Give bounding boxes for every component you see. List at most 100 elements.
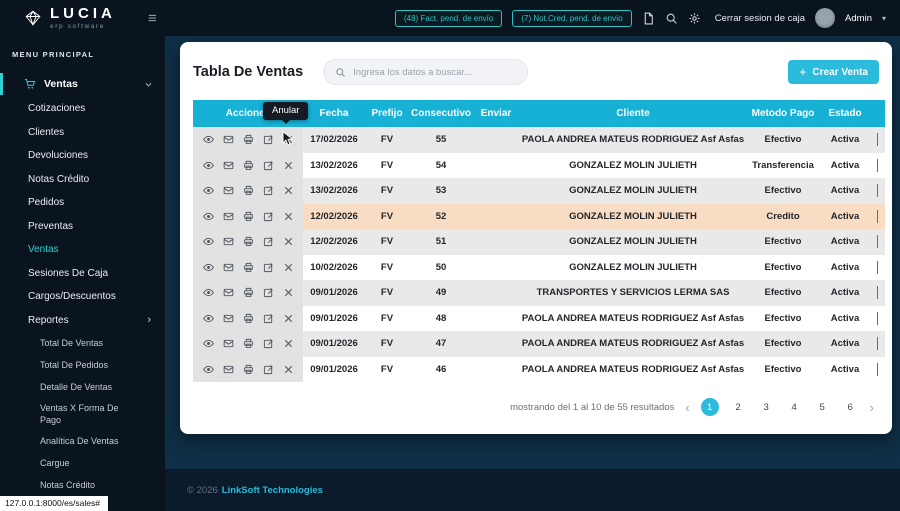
- edit-icon[interactable]: [263, 364, 274, 375]
- page-button-3[interactable]: 3: [758, 399, 775, 416]
- view-icon[interactable]: [202, 338, 214, 349]
- email-icon[interactable]: [223, 262, 234, 273]
- sidebar-item-devoluciones[interactable]: Devoluciones: [0, 144, 165, 168]
- print-icon[interactable]: [243, 185, 254, 196]
- avatar[interactable]: [815, 8, 836, 28]
- print-icon[interactable]: [243, 364, 254, 375]
- sidebar-item-cotizaciones[interactable]: Cotizaciones: [0, 97, 165, 121]
- cancel-icon[interactable]: [283, 185, 294, 196]
- email-icon[interactable]: [223, 313, 234, 324]
- view-icon[interactable]: [202, 211, 214, 222]
- cell-estado: Activa: [830, 287, 860, 299]
- view-icon[interactable]: [202, 236, 214, 247]
- sidebar-item-total-de-ventas[interactable]: Total De Ventas: [0, 332, 165, 354]
- clipped-column: [871, 280, 885, 306]
- sidebar-item-detalle-de-ventas[interactable]: Detalle De Ventas: [0, 376, 165, 398]
- cancel-icon[interactable]: [283, 364, 294, 375]
- sidebar-item-ventas[interactable]: Ventas: [0, 238, 165, 262]
- view-icon[interactable]: [202, 134, 214, 145]
- column-header-enviar: Enviar: [480, 108, 512, 119]
- brand-logo[interactable]: LUCIA erp software: [0, 6, 148, 30]
- print-icon[interactable]: [243, 211, 254, 222]
- email-icon[interactable]: [223, 134, 234, 145]
- footer: © 2026 LinkSoft Technologies: [165, 469, 900, 511]
- view-icon[interactable]: [202, 287, 214, 298]
- page-button-2[interactable]: 2: [730, 399, 747, 416]
- cancel-icon[interactable]: [283, 211, 294, 222]
- sidebar-item-reportes[interactable]: Reportes ›: [0, 309, 165, 333]
- sidebar-item-preventas[interactable]: Preventas: [0, 215, 165, 239]
- sidebar-item-cargue[interactable]: Cargue: [0, 452, 165, 474]
- pending-invoices-badge[interactable]: (48) Fact. pend. de envío: [394, 9, 503, 27]
- sidebar-item-clientes[interactable]: Clientes: [0, 121, 165, 145]
- sidebar-item-notas-credito[interactable]: Notas Crédito: [0, 168, 165, 192]
- page-button-4[interactable]: 4: [786, 399, 803, 416]
- view-icon[interactable]: [202, 313, 214, 324]
- close-session-link[interactable]: Cerrar sesion de caja: [715, 13, 805, 24]
- edit-icon[interactable]: [263, 185, 274, 196]
- edit-icon[interactable]: [263, 134, 274, 145]
- sidebar-item-notas-credito[interactable]: Notas Crédito: [0, 474, 165, 496]
- search-input[interactable]: [353, 66, 517, 78]
- edit-icon[interactable]: [263, 211, 274, 222]
- sidebar-item-pedidos[interactable]: Pedidos: [0, 191, 165, 215]
- print-icon[interactable]: [243, 313, 254, 324]
- sidebar-item-analitica-de-ventas[interactable]: Analítica De Ventas: [0, 430, 165, 452]
- print-icon[interactable]: [243, 262, 254, 273]
- gear-icon[interactable]: [688, 12, 701, 25]
- edit-icon[interactable]: [263, 287, 274, 298]
- menu-toggle-icon[interactable]: ≡: [148, 11, 157, 26]
- view-icon[interactable]: [202, 160, 214, 171]
- print-icon[interactable]: [243, 338, 254, 349]
- email-icon[interactable]: [223, 364, 234, 375]
- edit-icon[interactable]: [263, 160, 274, 171]
- view-icon[interactable]: [202, 364, 214, 375]
- cancel-icon[interactable]: [283, 287, 294, 298]
- document-icon[interactable]: [642, 12, 655, 25]
- page-button-6[interactable]: 6: [842, 399, 859, 416]
- edit-icon[interactable]: [263, 313, 274, 324]
- page-button-5[interactable]: 5: [814, 399, 831, 416]
- email-icon[interactable]: [223, 185, 234, 196]
- next-page-chevron[interactable]: ›: [870, 401, 874, 414]
- cancel-icon[interactable]: [283, 262, 294, 273]
- edit-icon[interactable]: [263, 338, 274, 349]
- email-icon[interactable]: [223, 287, 234, 298]
- email-icon[interactable]: [223, 211, 234, 222]
- view-icon[interactable]: [202, 262, 214, 273]
- sidebar-item-cargos-descuentos[interactable]: Cargos/Descuentos: [0, 285, 165, 309]
- view-icon[interactable]: [202, 185, 214, 196]
- print-icon[interactable]: [243, 134, 254, 145]
- cell-consecutivo: 48: [435, 312, 447, 324]
- chevron-down-icon[interactable]: ▾: [882, 14, 886, 23]
- cell-cliente: GONZALEZ MOLIN JULIETH: [569, 210, 697, 222]
- edit-icon[interactable]: [263, 262, 274, 273]
- prev-page-chevron[interactable]: ‹: [685, 401, 689, 414]
- footer-brand-link[interactable]: LinkSoft Technologies: [222, 485, 323, 496]
- cell-consecutivo: 52: [435, 210, 447, 222]
- cancel-icon[interactable]: [283, 338, 294, 349]
- cell-metodo-pago: Efectivo: [764, 236, 802, 248]
- sidebar-item-ventas-x-forma-de-pago[interactable]: Ventas X Forma De Pago: [0, 398, 165, 430]
- print-icon[interactable]: [243, 160, 254, 171]
- create-sale-label: Crear Venta: [812, 66, 868, 78]
- print-icon[interactable]: [243, 287, 254, 298]
- create-sale-button[interactable]: + Crear Venta: [788, 60, 879, 84]
- cancel-icon[interactable]: [283, 313, 294, 324]
- print-icon[interactable]: [243, 236, 254, 247]
- search-box[interactable]: [323, 59, 529, 85]
- search-icon[interactable]: [665, 12, 678, 25]
- sidebar-item-sesiones-de-caja[interactable]: Sesiones De Caja: [0, 262, 165, 286]
- menu-section-title: MENU PRINCIPAL: [12, 50, 95, 59]
- email-icon[interactable]: [223, 338, 234, 349]
- pending-credit-notes-badge[interactable]: (7) Not.Cred. pend. de envío: [512, 9, 632, 27]
- sidebar-item-total-de-pedidos[interactable]: Total De Pedidos: [0, 354, 165, 376]
- sidebar-item-ventas[interactable]: Ventas: [0, 71, 165, 97]
- sidebar-item-label: Ventas: [44, 78, 78, 90]
- page-button-1[interactable]: 1: [700, 398, 719, 416]
- edit-icon[interactable]: [263, 236, 274, 247]
- cancel-icon[interactable]: [283, 160, 294, 171]
- email-icon[interactable]: [223, 236, 234, 247]
- cancel-icon[interactable]: [283, 236, 294, 247]
- email-icon[interactable]: [223, 160, 234, 171]
